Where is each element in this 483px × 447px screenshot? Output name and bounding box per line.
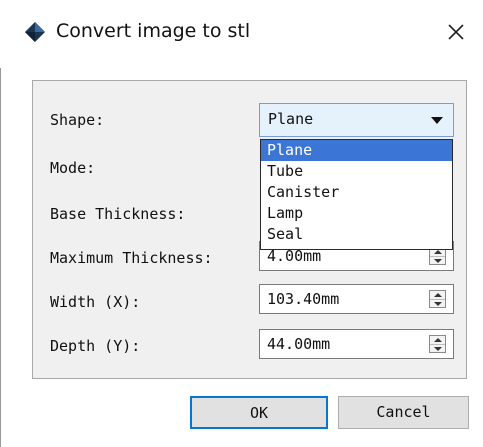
ok-button[interactable]: OK — [190, 396, 328, 429]
width-label: Width (X): — [50, 293, 141, 311]
arrow-down-icon — [434, 347, 442, 351]
dropdown-option-lamp[interactable]: Lamp — [261, 203, 452, 224]
dropdown-option-tube[interactable]: Tube — [261, 161, 452, 182]
width-spinbox[interactable]: 103.40mm — [259, 284, 454, 314]
spin-down-button[interactable] — [430, 299, 445, 308]
app-logo-icon — [25, 22, 45, 42]
shape-label: Shape: — [50, 111, 105, 129]
arrow-up-icon — [434, 293, 442, 297]
mode-label: Mode: — [50, 159, 96, 177]
close-icon[interactable] — [442, 18, 470, 46]
cancel-button-label: Cancel — [376, 403, 431, 421]
shape-select-value: Plane — [268, 110, 314, 128]
chevron-down-icon[interactable] — [431, 117, 443, 124]
width-stepper[interactable] — [429, 290, 446, 308]
depth-value[interactable]: 44.00mm — [267, 335, 330, 353]
arrow-up-icon — [434, 338, 442, 342]
convert-image-dialog: Convert image to stl Shape: Mode: Base T… — [0, 0, 483, 447]
dropdown-option-seal[interactable]: Seal — [261, 224, 452, 245]
dropdown-option-plane[interactable]: Plane — [261, 140, 452, 161]
arrow-up-icon — [434, 250, 442, 254]
spin-down-button[interactable] — [430, 256, 445, 265]
title-bar[interactable]: Convert image to stl — [0, 0, 483, 68]
base-thickness-label: Base Thickness: — [50, 205, 186, 223]
maximum-thickness-label: Maximum Thickness: — [50, 249, 213, 267]
depth-stepper[interactable] — [429, 335, 446, 353]
spin-up-button[interactable] — [430, 291, 445, 299]
arrow-down-icon — [434, 302, 442, 306]
dropdown-option-canister[interactable]: Canister — [261, 182, 452, 203]
depth-spinbox[interactable]: 44.00mm — [259, 329, 454, 359]
window-title: Convert image to stl — [56, 20, 251, 42]
arrow-down-icon — [434, 259, 442, 263]
ok-button-label: OK — [249, 404, 269, 422]
shape-dropdown-list[interactable]: Plane Tube Canister Lamp Seal — [260, 139, 453, 250]
width-value[interactable]: 103.40mm — [267, 290, 339, 308]
depth-label: Depth (Y): — [50, 337, 141, 355]
spin-down-button[interactable] — [430, 344, 445, 353]
cancel-button[interactable]: Cancel — [338, 396, 469, 429]
spin-up-button[interactable] — [430, 336, 445, 344]
shape-select[interactable]: Plane — [259, 103, 454, 137]
